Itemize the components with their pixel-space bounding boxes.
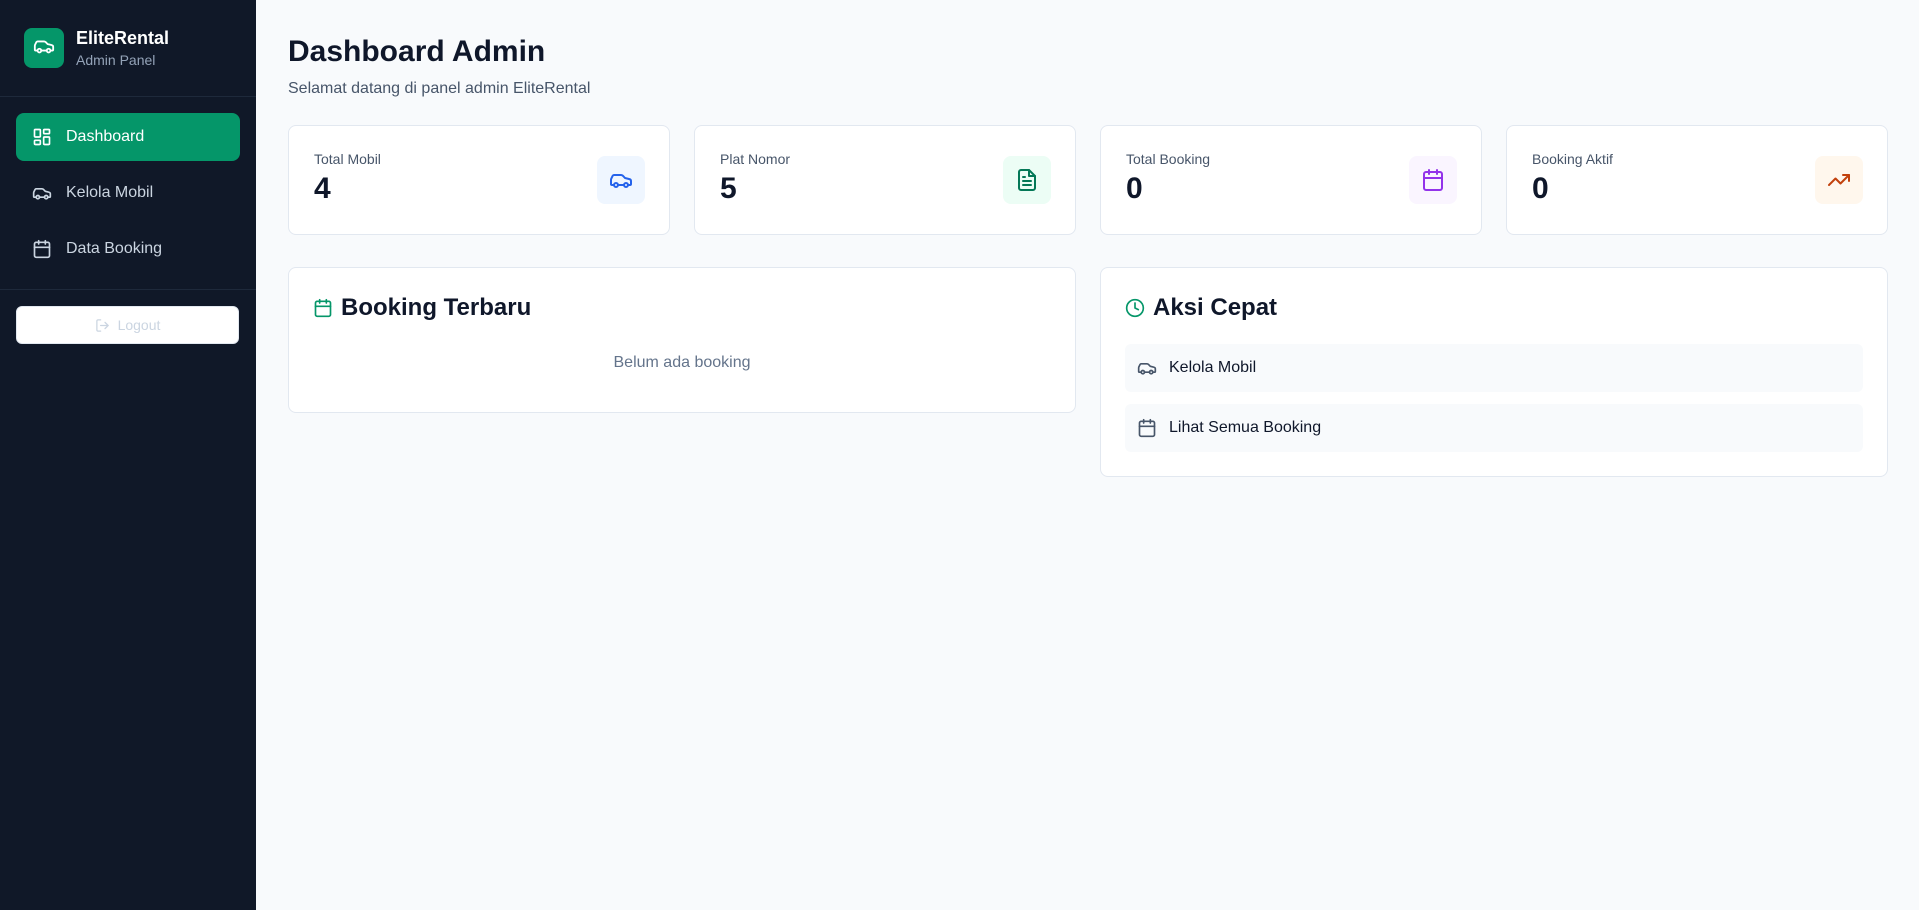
car-icon bbox=[1137, 358, 1157, 378]
sidebar-item-dashboard[interactable]: Dashboard bbox=[16, 113, 240, 161]
empty-state-text: Belum ada booking bbox=[613, 354, 751, 371]
brand-subtitle: Admin Panel bbox=[76, 52, 156, 68]
brand-name: EliteRental bbox=[76, 28, 170, 48]
car-icon bbox=[597, 156, 645, 204]
car-icon bbox=[33, 35, 55, 62]
layout-grid-icon bbox=[32, 127, 52, 147]
quick-action-label: Lihat Semua Booking bbox=[1169, 419, 1322, 436]
stat-label: Total Mobil bbox=[314, 151, 381, 167]
recent-bookings-title: Booking Terbaru bbox=[341, 294, 532, 321]
page-title: Dashboard Admin bbox=[288, 35, 546, 68]
clock-icon bbox=[1125, 298, 1145, 318]
main-content: Dashboard Admin Selamat datang di panel … bbox=[288, 0, 1889, 477]
sidebar-nav: Dashboard Kelola Mobil Data Booking bbox=[0, 97, 256, 290]
calendar-icon bbox=[313, 298, 333, 318]
file-text-icon bbox=[1003, 156, 1051, 204]
calendar-icon bbox=[1409, 156, 1457, 204]
stat-card-total-booking: Total Booking 0 bbox=[1100, 125, 1482, 235]
stat-value: 0 bbox=[1532, 172, 1549, 205]
stat-card-total-mobil: Total Mobil 4 bbox=[288, 125, 670, 235]
sidebar-item-label: Kelola Mobil bbox=[66, 184, 154, 201]
quick-action-kelola-mobil[interactable]: Kelola Mobil bbox=[1125, 344, 1863, 392]
brand: EliteRental Admin Panel bbox=[0, 0, 256, 97]
stats-row: Total Mobil 4 Plat Nomor 5 Total Booking… bbox=[288, 125, 1889, 235]
quick-action-label: Kelola Mobil bbox=[1169, 359, 1257, 376]
sidebar-item-kelola-mobil[interactable]: Kelola Mobil bbox=[16, 169, 240, 217]
stat-label: Booking Aktif bbox=[1532, 151, 1613, 167]
stat-label: Plat Nomor bbox=[720, 151, 791, 167]
stat-label: Total Booking bbox=[1126, 151, 1211, 167]
logout-label: Logout bbox=[117, 317, 161, 333]
page-subtitle: Selamat datang di panel admin EliteRenta… bbox=[288, 80, 591, 97]
car-icon bbox=[32, 183, 52, 203]
stat-value: 5 bbox=[720, 172, 737, 205]
trending-up-icon bbox=[1815, 156, 1863, 204]
stat-value: 4 bbox=[314, 172, 331, 205]
quick-action-lihat-semua-booking[interactable]: Lihat Semua Booking bbox=[1125, 404, 1863, 452]
sidebar-item-label: Dashboard bbox=[66, 128, 145, 145]
sidebar-item-data-booking[interactable]: Data Booking bbox=[16, 225, 240, 273]
calendar-icon bbox=[1137, 418, 1157, 438]
quick-actions-title: Aksi Cepat bbox=[1153, 294, 1278, 321]
calendar-icon bbox=[32, 239, 52, 259]
stat-card-plat-nomor: Plat Nomor 5 bbox=[694, 125, 1076, 235]
brand-logo bbox=[24, 28, 64, 68]
quick-actions-panel: Aksi Cepat Kelola Mobil Lihat Semua Book… bbox=[1100, 267, 1888, 477]
stat-value: 0 bbox=[1126, 172, 1143, 205]
sidebar: EliteRental Admin Panel Dashboard Kelola… bbox=[0, 0, 256, 910]
logout-button[interactable]: Logout bbox=[16, 306, 239, 344]
log-out-icon bbox=[95, 318, 110, 333]
sidebar-item-label: Data Booking bbox=[66, 240, 163, 257]
quick-actions-list: Kelola Mobil Lihat Semua Booking bbox=[1125, 344, 1863, 452]
recent-bookings-panel: Booking Terbaru Belum ada booking bbox=[288, 267, 1076, 413]
panels-row: Booking Terbaru Belum ada booking Aksi C… bbox=[288, 267, 1889, 477]
stat-card-booking-aktif: Booking Aktif 0 bbox=[1506, 125, 1888, 235]
